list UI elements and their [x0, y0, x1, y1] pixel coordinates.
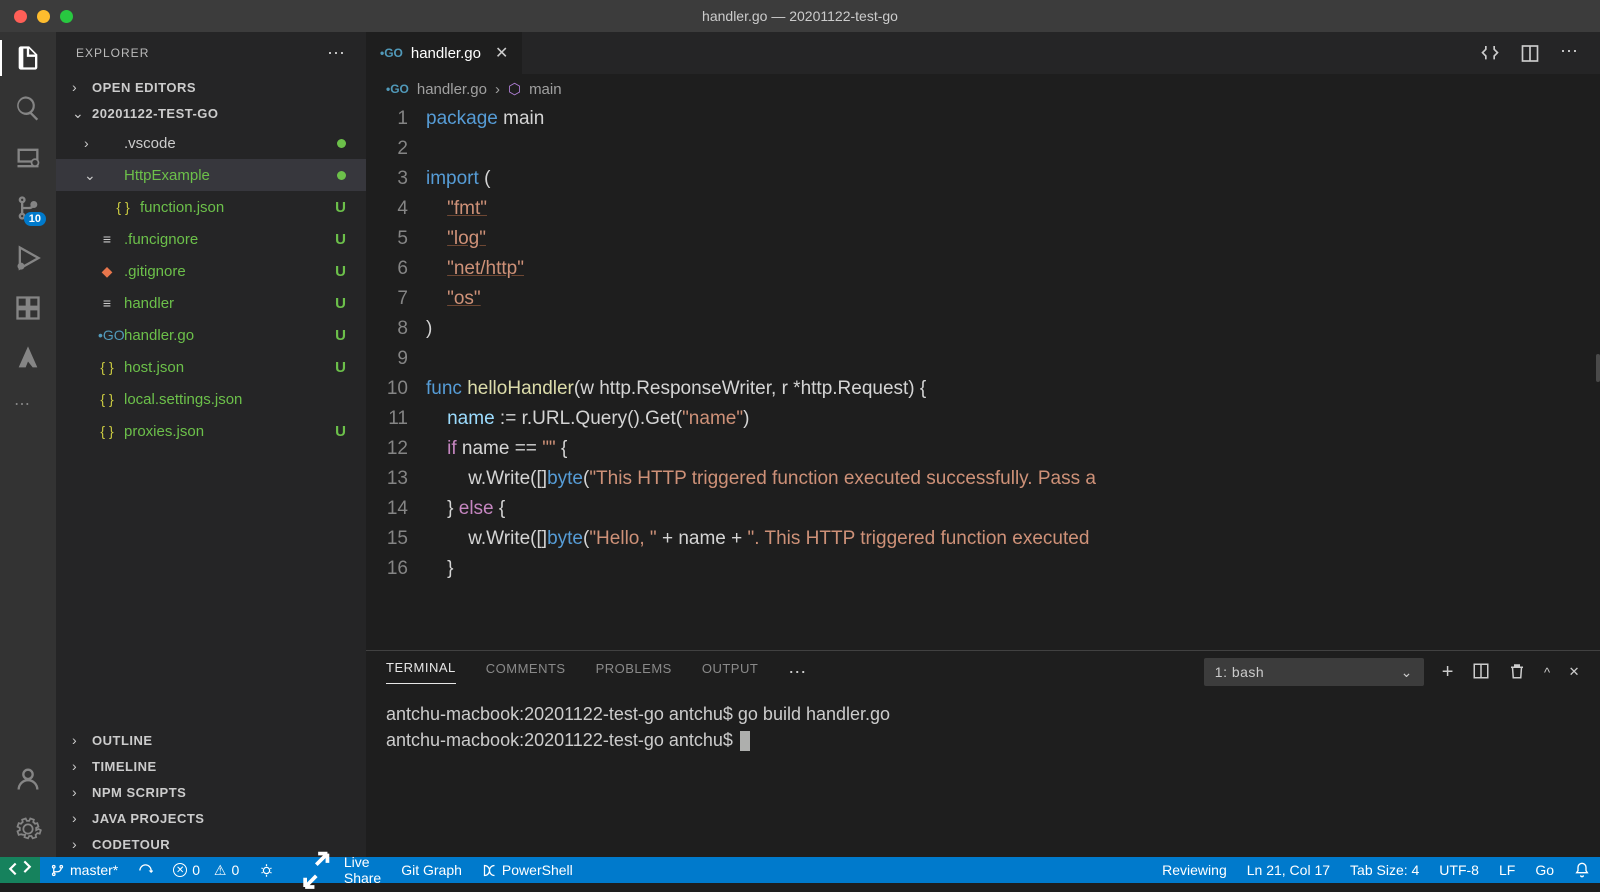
- account-icon[interactable]: [14, 765, 42, 793]
- sidebar-title: EXPLORER: [76, 46, 149, 60]
- timeline-section[interactable]: ›TIMELINE: [56, 753, 366, 779]
- cursor-position[interactable]: Ln 21, Col 17: [1237, 862, 1340, 878]
- terminal-output[interactable]: antchu-macbook:20201122-test-go antchu$ …: [366, 693, 1600, 857]
- editor-more-icon[interactable]: ⋯: [1560, 41, 1578, 66]
- split-terminal-icon[interactable]: [1472, 662, 1490, 683]
- more-icon[interactable]: ⋯: [14, 394, 42, 412]
- minimap[interactable]: [1582, 104, 1600, 650]
- go-file-icon: •GO: [386, 82, 409, 96]
- open-editors-section[interactable]: ›OPEN EDITORS: [56, 74, 366, 100]
- explorer-icon[interactable]: [14, 44, 42, 72]
- azure-icon[interactable]: [14, 344, 42, 372]
- encoding[interactable]: UTF-8: [1429, 862, 1489, 878]
- reviewing-indicator[interactable]: Reviewing: [1152, 862, 1237, 878]
- tree-item--vscode[interactable]: ›.vscode: [56, 127, 366, 159]
- java-section[interactable]: ›JAVA PROJECTS: [56, 805, 366, 831]
- explorer-sidebar: EXPLORER ⋯ ›OPEN EDITORS ⌄20201122-TEST-…: [56, 32, 366, 857]
- problems-indicator[interactable]: ✕0 ⚠0: [163, 862, 249, 879]
- split-editor-icon[interactable]: [1520, 41, 1540, 66]
- activity-bar: 10 ⋯: [0, 32, 56, 857]
- traffic-lights: [0, 10, 73, 23]
- sidebar-more-icon[interactable]: ⋯: [327, 43, 346, 64]
- remote-explorer-icon[interactable]: [14, 144, 42, 172]
- tree-item-function-json[interactable]: { }function.jsonU: [56, 191, 366, 223]
- settings-gear-icon[interactable]: [14, 815, 42, 843]
- breadcrumb[interactable]: •GO handler.go › ⬡ main: [366, 74, 1600, 104]
- source-control-icon[interactable]: 10: [14, 194, 42, 222]
- debug-indicator[interactable]: [249, 863, 284, 878]
- code-editor[interactable]: 12345678910111213141516 package main imp…: [366, 104, 1600, 650]
- tree-item-proxies-json[interactable]: { }proxies.jsonU: [56, 415, 366, 447]
- tree-item--gitignore[interactable]: ◆.gitignoreU: [56, 255, 366, 287]
- sync-indicator[interactable]: [128, 863, 163, 878]
- tree-item-handler[interactable]: ≡handlerU: [56, 287, 366, 319]
- close-panel-icon[interactable]: ✕: [1569, 664, 1580, 680]
- outline-section[interactable]: ›OUTLINE: [56, 727, 366, 753]
- tree-item-HttpExample[interactable]: ⌄HttpExample: [56, 159, 366, 191]
- close-tab-icon[interactable]: ✕: [495, 43, 508, 63]
- titlebar: handler.go — 20201122-test-go: [0, 0, 1600, 32]
- maximize-window[interactable]: [60, 10, 73, 23]
- terminal-cursor: [740, 731, 750, 751]
- run-debug-icon[interactable]: [14, 244, 42, 272]
- tree-item-handler-go[interactable]: •GOhandler.goU: [56, 319, 366, 351]
- tree-item--funcignore[interactable]: ≡.funcignoreU: [56, 223, 366, 255]
- new-terminal-icon[interactable]: +: [1442, 661, 1454, 684]
- status-bar: master* ✕0 ⚠0 Live Share Git Graph Power…: [0, 857, 1600, 883]
- tab-bar: •GO handler.go ✕ ⋯: [366, 32, 1600, 74]
- powershell-button[interactable]: PowerShell: [472, 862, 583, 878]
- branch-indicator[interactable]: master*: [40, 862, 128, 878]
- compare-icon[interactable]: [1480, 41, 1500, 66]
- language-mode[interactable]: Go: [1525, 862, 1564, 878]
- bottom-panel: TERMINAL COMMENTS PROBLEMS OUTPUT ⋯ 1: b…: [366, 650, 1600, 857]
- tab-output[interactable]: OUTPUT: [702, 661, 758, 684]
- go-file-icon: •GO: [380, 46, 403, 60]
- scm-badge: 10: [24, 212, 46, 226]
- window-title: handler.go — 20201122-test-go: [702, 8, 898, 24]
- tab-problems[interactable]: PROBLEMS: [596, 661, 672, 684]
- terminal-select[interactable]: 1: bash⌄: [1204, 658, 1424, 686]
- npm-section[interactable]: ›NPM SCRIPTS: [56, 779, 366, 805]
- tab-size[interactable]: Tab Size: 4: [1340, 862, 1429, 878]
- tree-item-local-settings-json[interactable]: { }local.settings.json: [56, 383, 366, 415]
- tab-terminal[interactable]: TERMINAL: [386, 660, 456, 684]
- tab-label: handler.go: [411, 45, 481, 62]
- remote-indicator[interactable]: [0, 857, 40, 883]
- tab-comments[interactable]: COMMENTS: [486, 661, 566, 684]
- notifications-icon[interactable]: [1564, 862, 1600, 878]
- search-icon[interactable]: [14, 94, 42, 122]
- gitgraph-button[interactable]: Git Graph: [391, 862, 472, 878]
- trash-icon[interactable]: [1508, 662, 1526, 683]
- symbol-icon: ⬡: [508, 80, 521, 98]
- chevron-down-icon: ⌄: [1401, 664, 1413, 681]
- extensions-icon[interactable]: [14, 294, 42, 322]
- eol[interactable]: LF: [1489, 862, 1525, 878]
- project-section[interactable]: ⌄20201122-TEST-GO: [56, 100, 366, 127]
- maximize-panel-icon[interactable]: ^: [1544, 665, 1551, 680]
- minimize-window[interactable]: [37, 10, 50, 23]
- file-tree: ›.vscode⌄HttpExample{ }function.jsonU≡.f…: [56, 127, 366, 447]
- liveshare-button[interactable]: Live Share: [284, 848, 391, 892]
- tree-item-host-json[interactable]: { }host.jsonU: [56, 351, 366, 383]
- tab-handler-go[interactable]: •GO handler.go ✕: [366, 32, 523, 74]
- close-window[interactable]: [14, 10, 27, 23]
- panel-more-icon[interactable]: ⋯: [788, 662, 807, 683]
